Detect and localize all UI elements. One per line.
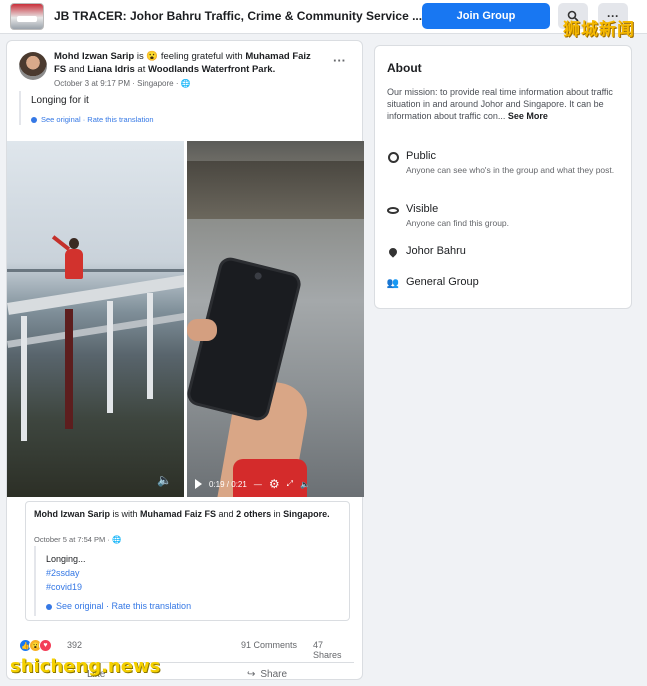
about-card: About Our mission: to provide real time … [374, 45, 632, 309]
play-icon[interactable] [195, 479, 202, 489]
horizon-line [7, 269, 184, 272]
shared-translation-text[interactable]: See original · Rate this translation [56, 601, 191, 611]
fullscreen-icon[interactable]: ⤢ [287, 479, 293, 489]
gear-icon[interactable]: ⚙ [269, 477, 280, 491]
thumb [187, 319, 217, 341]
seek-bar[interactable]: — [254, 480, 262, 489]
about-description-text: Our mission: to provide real time inform… [387, 87, 613, 121]
about-item-title: Visible [406, 203, 439, 215]
watermark-site: shicheng.news [10, 656, 161, 677]
shared-caption-text: Longing... [46, 554, 86, 564]
about-item-title: General Group [406, 276, 479, 288]
globe-icon [387, 151, 399, 163]
shared-post-header: Mohd Izwan Sarip is with Muhamad Faiz FS… [34, 508, 334, 521]
about-item-subtitle: Anyone can find this group. [406, 218, 510, 228]
railing-post [107, 301, 113, 413]
hashtag-link[interactable]: #covid19 [46, 580, 284, 594]
in-text: in [271, 509, 284, 519]
translate-icon [46, 603, 52, 610]
post-timestamp[interactable]: October 3 at 9:17 PM · Singapore · 🌐 [54, 79, 191, 88]
others-link[interactable]: 2 others [236, 509, 271, 519]
shared-translation-links[interactable]: See original · Rate this translation [46, 599, 284, 613]
video-time: 0:19 / 0:21 [209, 479, 247, 489]
volume-icon[interactable]: 🔈 [157, 473, 172, 487]
post-options-button[interactable]: ··· [333, 53, 346, 68]
hashtag-link[interactable]: #2ssday [46, 566, 284, 580]
group-icon: 👥 [386, 277, 400, 289]
phone-camera [253, 271, 263, 281]
railing-post [147, 293, 153, 399]
share-icon: ↪ [247, 669, 256, 680]
post-stats: 👍 😮 ♥ 392 91 Comments 47 Shares [19, 639, 354, 660]
railing-post [65, 309, 73, 429]
watermark-chinese: 狮城新闻 [563, 20, 635, 40]
with-text: is with [110, 509, 141, 519]
at-text: at [134, 64, 148, 75]
see-more-link[interactable]: See More [508, 111, 548, 121]
group-header-bar: JB TRACER: Johor Bahru Traffic, Crime & … [0, 0, 647, 34]
author-avatar[interactable] [19, 52, 47, 80]
person-head [69, 238, 79, 249]
love-reaction-icon: ♥ [39, 639, 52, 652]
about-description: Our mission: to provide real time inform… [387, 86, 625, 122]
comments-count-link[interactable]: 91 Comments [241, 640, 297, 650]
shared-place-link[interactable]: Singapore. [283, 509, 330, 519]
about-item-title[interactable]: Johor Bahru [406, 245, 466, 257]
group-post: Mohd Izwan Sarip is 😮 feeling grateful w… [6, 40, 364, 680]
railing-post [21, 316, 27, 441]
volume-icon[interactable]: 🔈 [300, 480, 310, 489]
person-red-shirt [65, 249, 83, 279]
location-pin-icon [387, 246, 399, 258]
about-item-subtitle: Anyone can see who's in the group and wh… [406, 165, 615, 175]
group-title[interactable]: JB TRACER: Johor Bahru Traffic, Crime & … [54, 9, 422, 23]
railing-mid-bar [7, 309, 184, 348]
post-media[interactable]: 🔈 0:19 / 0:21 — ⚙ ⤢ 🔈 [7, 141, 364, 497]
translation-links[interactable]: See original · Rate this translation [31, 115, 219, 124]
about-title: About [387, 61, 422, 75]
person-arm [51, 235, 71, 251]
tagged-user-link-2[interactable]: Liana Idris [87, 64, 135, 75]
video-controls: 0:19 / 0:21 — ⚙ ⤢ 🔈 [187, 471, 364, 497]
shared-post-timestamp[interactable]: October 5 at 7:54 PM · 🌐 [34, 535, 121, 544]
translate-icon [31, 117, 37, 124]
author-name-link[interactable]: Mohd Izwan Sarip [54, 51, 134, 62]
and-text: and [216, 509, 237, 519]
share-button[interactable]: ↪ Share [247, 669, 287, 680]
video-phone-in-hand[interactable]: 0:19 / 0:21 — ⚙ ⤢ 🔈 [187, 141, 364, 497]
post-header: Mohd Izwan Sarip is 😮 feeling grateful w… [54, 50, 324, 76]
shared-tagged-link[interactable]: Muhamad Faiz FS [140, 509, 216, 519]
about-item-title: Public [406, 150, 436, 162]
place-link[interactable]: Woodlands Waterfront Park. [148, 64, 275, 75]
translation-text[interactable]: See original · Rate this translation [41, 115, 154, 124]
feeling-text: is 😮 feeling grateful with [134, 51, 246, 62]
railing-top-bar [7, 271, 184, 315]
shared-post-box[interactable]: Mohd Izwan Sarip is with Muhamad Faiz FS… [25, 501, 350, 621]
caption-text: Longing for it [31, 95, 89, 106]
shared-post-caption: Longing... #2ssday #covid19 See original… [34, 546, 284, 616]
post-caption: Longing for it See original · Rate this … [19, 91, 219, 125]
and-text: and [66, 64, 88, 75]
join-group-button[interactable]: Join Group [422, 3, 550, 29]
shares-count-link[interactable]: 47 Shares [313, 640, 354, 660]
photo-pier-railing[interactable]: 🔈 [7, 141, 184, 497]
share-label: Share [260, 669, 288, 680]
group-cover-thumbnail[interactable] [10, 3, 44, 30]
shared-author-link[interactable]: Mohd Izwan Sarip [34, 509, 110, 519]
reaction-icons[interactable]: 👍 😮 ♥ [19, 639, 52, 652]
mudflat-area [187, 161, 364, 219]
reaction-count[interactable]: 392 [67, 640, 82, 650]
eye-icon [387, 204, 399, 216]
